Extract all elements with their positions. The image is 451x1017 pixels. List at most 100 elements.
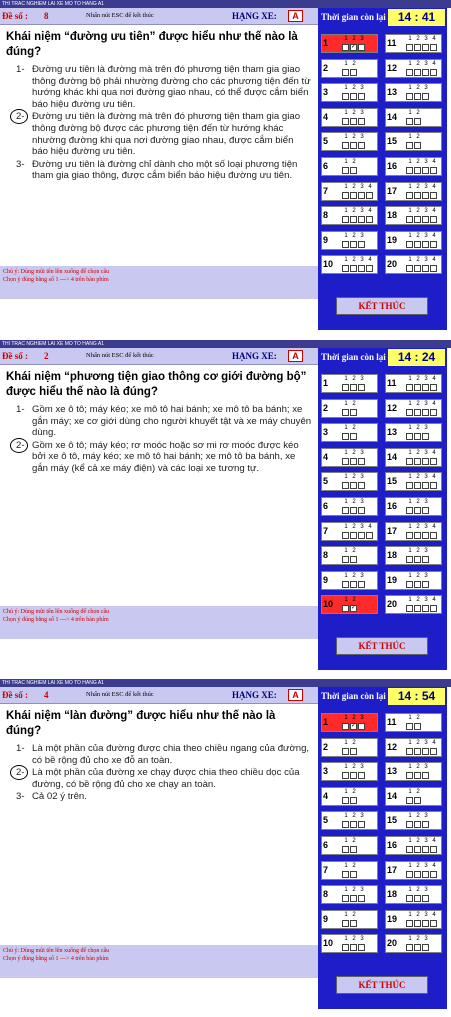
empty-box-icon[interactable] bbox=[358, 457, 365, 465]
empty-box-icon[interactable] bbox=[414, 265, 421, 273]
question-cell-8[interactable]: 8 1234 bbox=[321, 206, 378, 226]
empty-box-icon[interactable] bbox=[342, 433, 349, 441]
empty-box-icon[interactable] bbox=[342, 747, 349, 755]
empty-box-icon[interactable] bbox=[406, 821, 413, 829]
empty-box-icon[interactable] bbox=[358, 772, 365, 780]
empty-box-icon[interactable] bbox=[358, 944, 365, 952]
empty-box-icon[interactable] bbox=[406, 240, 413, 248]
empty-box-icon[interactable] bbox=[422, 895, 429, 903]
empty-box-icon[interactable] bbox=[406, 605, 413, 613]
empty-box-icon[interactable] bbox=[350, 216, 357, 224]
empty-box-icon[interactable] bbox=[406, 556, 413, 564]
question-cell-20[interactable]: 20 1 2 3 4 bbox=[385, 255, 442, 275]
empty-box-icon[interactable] bbox=[414, 580, 421, 588]
empty-box-icon[interactable] bbox=[350, 117, 357, 125]
question-cell-19[interactable]: 19 1 2 3 4 bbox=[385, 230, 442, 250]
empty-box-icon[interactable] bbox=[414, 384, 421, 391]
empty-box-icon[interactable] bbox=[430, 457, 437, 465]
empty-box-icon[interactable] bbox=[430, 846, 437, 853]
empty-box-icon[interactable] bbox=[414, 93, 421, 101]
question-cell-2[interactable]: 212 bbox=[321, 58, 378, 78]
empty-box-icon[interactable] bbox=[342, 142, 349, 150]
question-cell-12[interactable]: 12 1 2 3 4 bbox=[385, 398, 442, 418]
empty-box-icon[interactable] bbox=[414, 870, 421, 878]
empty-box-icon[interactable] bbox=[342, 846, 349, 853]
empty-box-icon[interactable] bbox=[422, 605, 429, 613]
question-cell-1[interactable]: 1123 bbox=[321, 374, 378, 393]
question-cell-1[interactable]: 1 1 2 3 ✓ bbox=[321, 713, 378, 732]
empty-box-icon[interactable] bbox=[414, 408, 421, 416]
empty-box-icon[interactable] bbox=[414, 846, 421, 853]
empty-box-icon[interactable] bbox=[422, 457, 429, 465]
empty-box-icon[interactable] bbox=[422, 747, 429, 755]
empty-box-icon[interactable] bbox=[422, 556, 429, 564]
empty-box-icon[interactable] bbox=[342, 919, 349, 927]
empty-box-icon[interactable] bbox=[350, 870, 357, 878]
empty-box-icon[interactable] bbox=[414, 605, 421, 613]
empty-box-icon[interactable] bbox=[358, 895, 365, 903]
question-cell-14[interactable]: 14 1 2 3 4 bbox=[385, 447, 442, 467]
question-cell-11[interactable]: 11 1 2 3 4 bbox=[385, 374, 442, 393]
empty-box-icon[interactable] bbox=[422, 821, 429, 829]
question-cell-5[interactable]: 5 123 bbox=[321, 132, 378, 152]
empty-box-icon[interactable] bbox=[350, 93, 357, 101]
empty-box-icon[interactable] bbox=[366, 216, 373, 224]
answer-option[interactable]: 1- Là một phần của đường được chia theo c… bbox=[6, 743, 312, 766]
empty-box-icon[interactable] bbox=[406, 482, 413, 490]
empty-box-icon[interactable] bbox=[406, 68, 413, 76]
question-cell-19[interactable]: 19 1 2 3 bbox=[385, 570, 442, 590]
question-cell-20[interactable]: 20 1 2 3 bbox=[385, 934, 442, 954]
question-cell-3[interactable]: 3 12 bbox=[321, 423, 378, 443]
question-cell-13[interactable]: 13 1 2 3 bbox=[385, 423, 442, 443]
question-cell-18[interactable]: 18 1 2 3 bbox=[385, 546, 442, 566]
question-cell-2[interactable]: 212 bbox=[321, 398, 378, 418]
question-cell-1[interactable]: 1 1 2 3 ✓ bbox=[321, 34, 378, 53]
empty-box-icon[interactable] bbox=[342, 507, 349, 514]
empty-box-icon[interactable] bbox=[406, 433, 413, 441]
empty-box-icon[interactable] bbox=[422, 191, 429, 199]
question-cell-8[interactable]: 8 12 bbox=[321, 546, 378, 566]
empty-box-icon[interactable] bbox=[422, 93, 429, 101]
empty-box-icon[interactable] bbox=[366, 191, 373, 199]
question-cell-18[interactable]: 18 1 2 3 4 bbox=[385, 206, 442, 226]
question-cell-8[interactable]: 8 123 bbox=[321, 885, 378, 905]
empty-box-icon[interactable] bbox=[406, 870, 413, 878]
empty-box-icon[interactable] bbox=[342, 870, 349, 878]
empty-box-icon[interactable] bbox=[350, 142, 357, 150]
question-cell-16[interactable]: 16 1 2 3 4 bbox=[385, 836, 442, 855]
question-cell-10[interactable]: 10 1 2 3 4 bbox=[321, 255, 378, 275]
empty-box-icon[interactable] bbox=[366, 531, 373, 539]
empty-box-icon[interactable] bbox=[422, 68, 429, 76]
empty-box-icon[interactable] bbox=[414, 507, 421, 514]
empty-box-icon[interactable] bbox=[342, 531, 349, 539]
empty-box-icon[interactable] bbox=[406, 191, 413, 199]
question-cell-17[interactable]: 17 1 2 3 4 bbox=[385, 181, 442, 201]
empty-box-icon[interactable] bbox=[406, 723, 413, 730]
empty-box-icon[interactable] bbox=[414, 531, 421, 539]
question-cell-9[interactable]: 9 123 bbox=[321, 570, 378, 590]
checked-box-icon[interactable]: ✓ bbox=[350, 44, 357, 51]
question-cell-13[interactable]: 13 1 2 3 bbox=[385, 83, 442, 103]
empty-box-icon[interactable] bbox=[350, 821, 357, 829]
empty-box-icon[interactable] bbox=[350, 796, 357, 804]
empty-box-icon[interactable] bbox=[358, 117, 365, 125]
empty-box-icon[interactable] bbox=[342, 556, 349, 564]
empty-box-icon[interactable] bbox=[358, 240, 365, 248]
question-cell-6[interactable]: 6 12 bbox=[321, 836, 378, 855]
question-cell-4[interactable]: 4 12 bbox=[321, 786, 378, 806]
empty-box-icon[interactable] bbox=[342, 457, 349, 465]
question-cell-9[interactable]: 9 123 bbox=[321, 230, 378, 250]
empty-box-icon[interactable] bbox=[422, 240, 429, 248]
question-cell-12[interactable]: 12 1 2 3 4 bbox=[385, 737, 442, 757]
empty-box-icon[interactable] bbox=[422, 408, 429, 416]
question-cell-17[interactable]: 17 1 2 3 4 bbox=[385, 860, 442, 880]
empty-box-icon[interactable] bbox=[406, 919, 413, 927]
empty-box-icon[interactable] bbox=[406, 895, 413, 903]
empty-box-icon[interactable] bbox=[342, 482, 349, 490]
empty-box-icon[interactable] bbox=[350, 191, 357, 199]
empty-box-icon[interactable] bbox=[358, 482, 365, 490]
answer-option[interactable]: 3- Cả 02 ý trên. bbox=[6, 791, 312, 803]
empty-box-icon[interactable] bbox=[358, 531, 365, 539]
finish-button[interactable]: KẾT THÚC bbox=[336, 637, 428, 655]
empty-box-icon[interactable] bbox=[350, 408, 357, 416]
